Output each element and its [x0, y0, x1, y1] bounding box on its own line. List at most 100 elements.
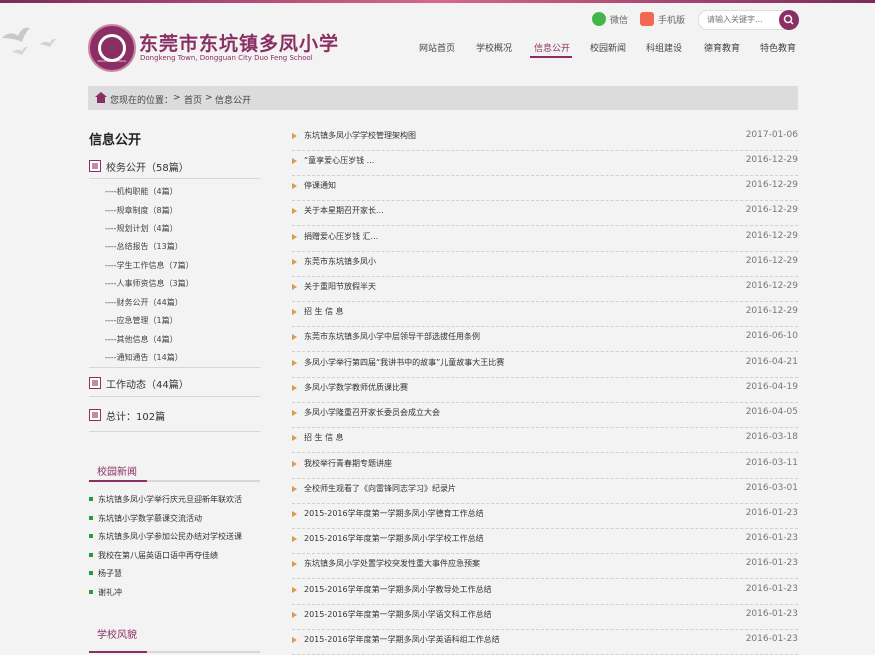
list-item[interactable]: 招 生 信 息 2016-03-18 [292, 427, 798, 453]
campus-news-item[interactable]: 谢礼冲 [98, 587, 122, 598]
sidebar-subitem[interactable]: ----应急管理（1篇） [105, 315, 178, 326]
breadcrumb-separator: > [173, 93, 181, 103]
sidebar-subitem[interactable]: ----通知通告（14篇） [105, 352, 183, 363]
list-item-title[interactable]: 全校师生观看了《向雷锋同志学习》纪录片 [304, 483, 456, 494]
nav-info-public[interactable]: 信息公开 [534, 41, 570, 54]
list-item-title[interactable]: “童享爱心压岁钱 ... [304, 155, 374, 166]
list-item[interactable]: 2015-2016学年度第一学期多凤小学语文科工作总结 2016-01-23 [292, 604, 798, 630]
nav-moral-education[interactable]: 德育教育 [704, 41, 740, 54]
sidebar-subitem[interactable]: ----学生工作信息（7篇） [105, 260, 194, 271]
arrow-icon [292, 511, 297, 517]
list-item[interactable]: 2015-2016学年度第一学期多凤小学教导处工作总结 2016-01-23 [292, 579, 798, 605]
arrow-icon [292, 612, 297, 618]
campus-news-item[interactable]: 杨子慧 [98, 568, 122, 579]
list-item[interactable]: 关于本星期召开家长... 2016-12-29 [292, 200, 798, 226]
list-item-title[interactable]: 招 生 信 息 [304, 432, 344, 443]
arrow-icon [292, 385, 297, 391]
list-item-date: 2016-12-29 [745, 180, 798, 190]
list-item-title[interactable]: 停课通知 [304, 180, 336, 191]
list-item-date: 2016-01-23 [745, 609, 798, 619]
divider [89, 396, 260, 397]
list-item-date: 2016-03-01 [745, 483, 798, 493]
search-box [698, 10, 799, 30]
list-item-title[interactable]: 东莞市东坑镇多凤小 [304, 256, 376, 267]
sidebar-subitem[interactable]: ----其他信息（4篇） [105, 334, 178, 345]
list-item[interactable]: “童享爱心压岁钱 ... 2016-12-29 [292, 150, 798, 176]
list-item-title[interactable]: 关于重阳节放假半天 [304, 281, 376, 292]
school-name-english: Dongkeng Town, Dongguan City Duo Feng Sc… [140, 54, 313, 62]
arrow-icon [292, 158, 297, 164]
wechat-link[interactable]: 微信 [592, 11, 628, 27]
campus-news-heading[interactable]: 校园新闻 [97, 463, 137, 478]
school-logo[interactable]: DUOFENG SCHOOL [88, 24, 136, 72]
total-square-icon [89, 409, 101, 421]
list-item-title[interactable]: 招 生 信 息 [304, 306, 344, 317]
list-item[interactable]: 招 生 信 息 2016-12-29 [292, 301, 798, 327]
list-item-title[interactable]: 捐赠爱心压岁钱 汇... [304, 231, 378, 242]
sidebar-subitem[interactable]: ----机构职能（4篇） [105, 186, 178, 197]
nav-school-overview[interactable]: 学校概况 [476, 41, 512, 54]
nav-campus-news[interactable]: 校园新闻 [590, 41, 626, 54]
search-input[interactable] [707, 13, 775, 26]
list-item-title[interactable]: 东坑镇多凤小学处置学校突发性重大事件应急预案 [304, 558, 480, 569]
list-item[interactable]: 2015-2016学年度第一学期多凤小学德育工作总结 2016-01-23 [292, 503, 798, 529]
sidebar-subitem[interactable]: ----总结报告（13篇） [105, 241, 183, 252]
list-item-title[interactable]: 2015-2016学年度第一学期多凤小学英语科组工作总结 [304, 634, 500, 645]
list-item-date: 2016-12-29 [745, 231, 798, 241]
list-item-title[interactable]: 东坑镇多凤小学学校管理架构图 [304, 130, 416, 141]
school-style-heading[interactable]: 学校风貌 [97, 626, 137, 641]
list-item-title[interactable]: 我校举行青春期专题讲座 [304, 458, 392, 469]
sidebar-subitem[interactable]: ----财务公开（44篇） [105, 297, 183, 308]
list-item-date: 2016-04-19 [745, 382, 798, 392]
list-item[interactable]: 多凤小学举行第四届“我讲书中的故事”儿童故事大王比赛 2016-04-21 [292, 352, 798, 378]
bullet-icon [89, 534, 93, 538]
sidebar-category-affairs[interactable]: 校务公开（58篇） [106, 159, 189, 174]
sidebar-subitem[interactable]: ----人事师资信息（3篇） [105, 278, 194, 289]
list-item[interactable]: 东坑镇多凤小学处置学校突发性重大事件应急预案 2016-01-23 [292, 553, 798, 579]
list-item[interactable]: 捐赠爱心压岁钱 汇... 2016-12-29 [292, 226, 798, 252]
category-square-icon [89, 160, 101, 172]
list-item-date: 2016-03-18 [745, 432, 798, 442]
list-item-title[interactable]: 2015-2016学年度第一学期多凤小学教导处工作总结 [304, 584, 492, 595]
list-item-date: 2016-12-29 [745, 256, 798, 266]
list-item-title[interactable]: 2015-2016学年度第一学期多凤小学德育工作总结 [304, 508, 484, 519]
arrow-icon [292, 410, 297, 416]
list-item[interactable]: 2015-2016学年度第一学期多凤小学学校工作总结 2016-01-23 [292, 528, 798, 554]
campus-news-item[interactable]: 我校在第八届英语口语中再夺佳绩 [98, 550, 218, 561]
search-button[interactable] [779, 10, 799, 30]
search-icon [783, 14, 794, 25]
list-item[interactable]: 停课通知 2016-12-29 [292, 175, 798, 201]
list-item[interactable]: 2015-2016学年度第一学期多凤小学英语科组工作总结 2016-01-23 [292, 629, 798, 655]
sidebar-total: 总计：102篇 [106, 412, 166, 423]
list-item[interactable]: 关于重阳节放假半天 2016-12-29 [292, 276, 798, 302]
breadcrumb-home[interactable]: 首页 [184, 93, 202, 106]
list-item-title[interactable]: 多凤小学隆重召开家长委员会成立大会 [304, 407, 440, 418]
list-item[interactable]: 东莞市东坑镇多凤小 2016-12-29 [292, 251, 798, 277]
list-item-title[interactable]: 多凤小学数学教师优质课比赛 [304, 382, 408, 393]
list-item-title[interactable]: 东莞市东坑镇多凤小学中层领导干部选拔任用条例 [304, 331, 480, 342]
nav-active-underline [530, 56, 572, 58]
mobile-link[interactable]: 手机版 [640, 11, 685, 27]
home-icon [95, 92, 107, 103]
list-item-title[interactable]: 关于本星期召开家长... [304, 205, 384, 216]
sidebar-subitem[interactable]: ----规章制度（8篇） [105, 205, 178, 216]
list-item[interactable]: 多凤小学数学教师优质课比赛 2016-04-19 [292, 377, 798, 403]
list-item[interactable]: 东坑镇多凤小学学校管理架构图 2017-01-06 [292, 125, 798, 151]
sidebar-subitem[interactable]: ----规划计划（4篇） [105, 223, 178, 234]
campus-news-item[interactable]: 东坑镇多凤小学参加公民办结对学校送课 [98, 531, 242, 542]
wechat-icon [592, 12, 606, 26]
list-item[interactable]: 全校师生观看了《向雷锋同志学习》纪录片 2016-03-01 [292, 478, 798, 504]
campus-news-item[interactable]: 东坑镇多凤小学举行庆元旦迎新年联欢活 [98, 494, 242, 505]
nav-home[interactable]: 网站首页 [419, 41, 455, 54]
list-item[interactable]: 我校举行青春期专题讲座 2016-03-11 [292, 453, 798, 479]
arrow-icon [292, 284, 297, 290]
nav-subject-groups[interactable]: 科组建设 [646, 41, 682, 54]
list-item-title[interactable]: 2015-2016学年度第一学期多凤小学语文科工作总结 [304, 609, 492, 620]
campus-news-item[interactable]: 东坑镇小学数学慕课交流活动 [98, 513, 202, 524]
list-item-title[interactable]: 2015-2016学年度第一学期多凤小学学校工作总结 [304, 533, 484, 544]
list-item-title[interactable]: 多凤小学举行第四届“我讲书中的故事”儿童故事大王比赛 [304, 357, 504, 368]
list-item[interactable]: 东莞市东坑镇多凤小学中层领导干部选拔任用条例 2016-06-10 [292, 326, 798, 352]
list-item[interactable]: 多凤小学隆重召开家长委员会成立大会 2016-04-05 [292, 402, 798, 428]
sidebar-category-work-news[interactable]: 工作动态（44篇） [106, 376, 189, 391]
nav-special-education[interactable]: 特色教育 [760, 41, 796, 54]
